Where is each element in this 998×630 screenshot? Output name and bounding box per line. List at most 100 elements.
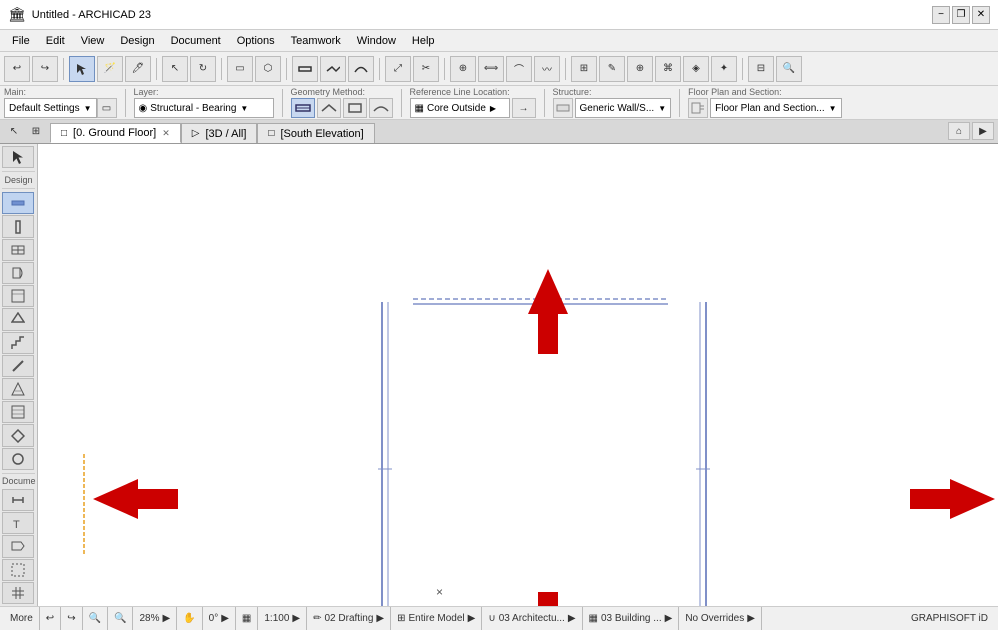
straight-wall[interactable] bbox=[292, 56, 318, 82]
view-options[interactable]: 🔍 bbox=[776, 56, 802, 82]
menu-window[interactable]: Window bbox=[349, 33, 404, 49]
tab-south-elevation-label: [South Elevation] bbox=[280, 128, 363, 140]
diagonal-tool[interactable] bbox=[2, 355, 34, 377]
wall-tool[interactable] bbox=[2, 192, 34, 214]
tool-e[interactable]: ◈ bbox=[683, 56, 709, 82]
door-tool[interactable] bbox=[2, 262, 34, 284]
label-tool[interactable] bbox=[2, 535, 34, 557]
zoom-in-icon: 🔍 bbox=[114, 613, 126, 624]
zone-tool[interactable] bbox=[2, 559, 34, 581]
menu-document[interactable]: Document bbox=[163, 33, 229, 49]
tab-ground-floor-close[interactable]: ✕ bbox=[162, 128, 170, 139]
window-tool[interactable] bbox=[2, 239, 34, 261]
dimension-tool[interactable]: ⟺ bbox=[478, 56, 504, 82]
geo-method-3[interactable] bbox=[343, 98, 367, 118]
scale-control[interactable]: 1:100 ▶ bbox=[258, 607, 307, 630]
geo-method-1[interactable] bbox=[291, 98, 315, 118]
layer-dropdown[interactable]: ◉ Structural - Bearing ▼ bbox=[134, 98, 274, 118]
menu-edit[interactable]: Edit bbox=[38, 33, 73, 49]
tab-grid-btn[interactable]: ⊞ bbox=[26, 122, 46, 140]
trim-tool[interactable]: ✂ bbox=[413, 56, 439, 82]
select-tool[interactable] bbox=[69, 56, 95, 82]
column-tool[interactable] bbox=[2, 215, 34, 237]
hatch-tool[interactable] bbox=[2, 401, 34, 423]
structure-icon-btn[interactable] bbox=[553, 98, 573, 118]
pen-arrow: ▶ bbox=[376, 613, 384, 624]
layer-combo-control[interactable]: ▦ 03 Building ... ▶ bbox=[583, 607, 680, 630]
freehand-tool[interactable]: 〰 bbox=[534, 56, 560, 82]
rectangle-tool[interactable]: ▭ bbox=[227, 56, 253, 82]
grid-tool[interactable] bbox=[2, 582, 34, 604]
snap-guide[interactable]: ⊕ bbox=[450, 56, 476, 82]
layer-icon-status[interactable]: ▦ bbox=[236, 607, 258, 630]
roof-tool[interactable] bbox=[2, 308, 34, 330]
geo-method-4[interactable] bbox=[369, 98, 393, 118]
menu-help[interactable]: Help bbox=[404, 33, 443, 49]
eyedropper-tool[interactable]: 🖊 bbox=[125, 56, 151, 82]
rotate-view[interactable]: ↻ bbox=[190, 56, 216, 82]
pan-btn[interactable]: ✋ bbox=[177, 607, 202, 630]
select-cursor-tool[interactable] bbox=[2, 146, 34, 168]
chain-wall[interactable] bbox=[320, 56, 346, 82]
polygon-tool[interactable]: ⬡ bbox=[255, 56, 281, 82]
tab-south-elevation[interactable]: □ [South Elevation] bbox=[257, 123, 374, 143]
text-tool[interactable]: T bbox=[2, 512, 34, 534]
undo-button[interactable]: ↩ bbox=[4, 56, 30, 82]
tab-nav-btn[interactable]: ▶ bbox=[972, 122, 994, 140]
status-undo[interactable]: ↩ bbox=[40, 607, 61, 630]
main-settings-btn[interactable]: ▭ bbox=[97, 98, 117, 118]
tool-f[interactable]: ✦ bbox=[711, 56, 737, 82]
stretch-tool[interactable]: ⤢ bbox=[385, 56, 411, 82]
model-view-control[interactable]: ⊞ Entire Model ▶ bbox=[391, 607, 482, 630]
tool-b[interactable]: ✎ bbox=[599, 56, 625, 82]
zoom-level[interactable]: 28% ▶ bbox=[133, 607, 177, 630]
minimize-button[interactable]: − bbox=[932, 6, 950, 24]
model-icon: ⊞ bbox=[397, 613, 405, 624]
tool-c[interactable]: ⊕ bbox=[627, 56, 653, 82]
refline-label: Reference Line Location: bbox=[410, 87, 536, 97]
zoom-in-btn[interactable]: 🔍 bbox=[108, 607, 133, 630]
structure-dropdown[interactable]: Generic Wall/S... ▼ bbox=[575, 98, 672, 118]
filter-control[interactable]: ∪ 03 Architectu... ▶ bbox=[482, 607, 582, 630]
close-button[interactable]: ✕ bbox=[972, 6, 990, 24]
tab-ground-floor[interactable]: □ [0. Ground Floor] ✕ bbox=[50, 123, 181, 143]
status-redo[interactable]: ↪ bbox=[61, 607, 82, 630]
mesh-tool[interactable] bbox=[2, 424, 34, 446]
display-options[interactable]: ⊟ bbox=[748, 56, 774, 82]
slab-tool[interactable] bbox=[2, 285, 34, 307]
menu-view[interactable]: View bbox=[73, 33, 113, 49]
pen-set-control[interactable]: ✏ 02 Drafting ▶ bbox=[307, 607, 391, 630]
tab-3d-all[interactable]: ▷ [3D / All] bbox=[181, 123, 258, 143]
override-control[interactable]: No Overrides ▶ bbox=[679, 607, 762, 630]
menu-teamwork[interactable]: Teamwork bbox=[283, 33, 349, 49]
main-dropdown[interactable]: Default Settings ▼ bbox=[4, 98, 97, 118]
curve-tool[interactable]: ⌒ bbox=[506, 56, 532, 82]
geo-method-2[interactable] bbox=[317, 98, 341, 118]
redo-button[interactable]: ↪ bbox=[32, 56, 58, 82]
tool-d[interactable]: ⌘ bbox=[655, 56, 681, 82]
refline-dropdown[interactable]: ▦ Core Outside ▶ bbox=[410, 98, 510, 118]
magic-wand-tool[interactable]: 🪄 bbox=[97, 56, 123, 82]
angle-value: 0° bbox=[209, 613, 219, 624]
more-button[interactable]: More bbox=[4, 607, 40, 630]
arrow-tool[interactable]: ↖ bbox=[162, 56, 188, 82]
zoom-out-btn[interactable]: 🔍 bbox=[83, 607, 108, 630]
tab-home-btn[interactable]: ⌂ bbox=[948, 122, 970, 140]
menu-file[interactable]: File bbox=[4, 33, 38, 49]
tool-a[interactable]: ⊞ bbox=[571, 56, 597, 82]
refline-btn[interactable]: → bbox=[512, 98, 536, 118]
restore-button[interactable]: ❐ bbox=[952, 6, 970, 24]
floorplan-icon-btn[interactable] bbox=[688, 98, 708, 118]
angle-control[interactable]: 0° ▶ bbox=[203, 607, 236, 630]
floorplan-dropdown[interactable]: Floor Plan and Section... ▼ bbox=[710, 98, 841, 118]
menu-design[interactable]: Design bbox=[112, 33, 162, 49]
design-section-label: Design bbox=[2, 171, 35, 189]
canvas[interactable]: × bbox=[38, 144, 998, 606]
fill-tool[interactable] bbox=[2, 378, 34, 400]
stair-tool[interactable] bbox=[2, 332, 34, 354]
tab-back-btn[interactable]: ↖ bbox=[4, 122, 24, 140]
arc-wall[interactable] bbox=[348, 56, 374, 82]
object-tool[interactable] bbox=[2, 448, 34, 470]
menu-options[interactable]: Options bbox=[229, 33, 283, 49]
dimension-tool-lt[interactable] bbox=[2, 489, 34, 511]
